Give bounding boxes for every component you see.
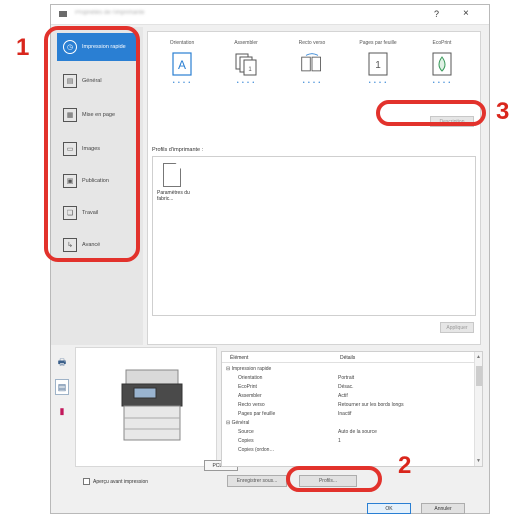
scroll-up-icon[interactable]: ▲: [476, 354, 481, 360]
sidebar-item-general[interactable]: ▤ Général: [57, 67, 137, 95]
scroll-down-icon[interactable]: ▼: [476, 458, 481, 464]
document-icon: [163, 163, 181, 187]
printer-tab-icon[interactable]: 🖶: [55, 355, 69, 371]
detail-row: Pages par feuille Inactif: [238, 411, 352, 417]
collate-pages-icon: 1: [234, 52, 258, 76]
window-title: Propriétés de l'imprimante: [75, 10, 145, 16]
document-icon: ▤: [63, 74, 77, 88]
details-header: Élément Détails: [222, 352, 482, 363]
printer-properties-dialog: Propriétés de l'imprimante ? × ◷ Impress…: [50, 4, 490, 514]
ecoprint-setting[interactable]: EcoPrint • • • •: [412, 40, 472, 86]
detail-row: EcoPrint Désac.: [238, 384, 354, 390]
printer-preview: PCL XL: [75, 347, 238, 471]
svg-text:A: A: [178, 58, 186, 72]
orientation-setting[interactable]: Orientation A • • • •: [152, 40, 212, 86]
apply-button[interactable]: Appliquer: [440, 322, 474, 333]
detail-row: ⊟ Impression rapide: [226, 366, 272, 372]
help-button[interactable]: ?: [434, 9, 439, 19]
profile-name: Paramètres du fabric...: [157, 190, 190, 202]
scroll-thumb[interactable]: [476, 366, 482, 386]
detail-row: ⊟ Général: [226, 420, 250, 426]
close-button[interactable]: ×: [463, 8, 469, 19]
sidebar-item-quick-print[interactable]: ◷ Impression rapide: [57, 33, 137, 61]
sidebar-item-label: Publication: [82, 178, 109, 184]
option-dots: • • • •: [302, 80, 322, 86]
ok-button[interactable]: OK: [367, 503, 411, 514]
column-details: Détails: [340, 355, 356, 361]
description-button[interactable]: Description: [430, 116, 474, 127]
pages-per-sheet-icon: 1: [366, 52, 390, 76]
option-dots: • • • •: [368, 80, 388, 86]
clock-icon: ◷: [63, 40, 77, 54]
app-icon: [59, 11, 67, 17]
page-preview-tab-icon[interactable]: ▤: [55, 379, 69, 395]
job-stack-icon: ❏: [63, 206, 77, 220]
cancel-button[interactable]: Annuler: [421, 503, 465, 514]
detail-row: Source Auto de la source: [238, 429, 377, 435]
image-icon: ▭: [63, 142, 77, 156]
sidebar-item-label: Travail: [82, 210, 99, 216]
checkbox-label: Aperçu avant impression: [93, 478, 149, 485]
detail-row: Recto verso Retourner sur les bords longs: [238, 402, 404, 408]
layout-grid-icon: ▦: [63, 108, 77, 122]
profile-item[interactable]: Paramètres du fabric...: [157, 163, 197, 202]
sidebar-item-images[interactable]: ▭ Images: [57, 135, 137, 163]
svg-text:1: 1: [375, 60, 381, 71]
title-bar: Propriétés de l'imprimante ? ×: [51, 5, 489, 25]
bottom-panel: 🖶 ▤ ▮ PCL XL Élément Détails ⊟ Impressio…: [51, 347, 489, 492]
advanced-arrow-icon: ↳: [63, 238, 77, 252]
setting-label: Orientation: [169, 40, 195, 46]
details-scrollbar[interactable]: ▲ ▼: [474, 352, 482, 466]
printer-image: [121, 369, 183, 441]
portrait-a-icon: A: [170, 52, 194, 76]
sidebar-item-job[interactable]: ❏ Travail: [57, 199, 137, 227]
option-dots: • • • •: [432, 80, 452, 86]
duplex-setting[interactable]: Recto verso • • • •: [282, 40, 342, 86]
detail-row: Orientation Portrait: [238, 375, 355, 381]
sidebar-item-label: Impression rapide: [82, 44, 126, 50]
quick-print-panel: Orientation A • • • • Assembler 1 • • • …: [147, 31, 481, 345]
setting-label: Assembler: [234, 40, 258, 46]
setting-label: Recto verso: [298, 40, 326, 46]
sidebar-item-advanced[interactable]: ↳ Avancé: [57, 231, 137, 259]
color-tab-icon[interactable]: ▮: [55, 403, 69, 419]
callout-number-3: 3: [496, 98, 510, 125]
sidebar-item-publication[interactable]: ▣ Publication: [57, 167, 137, 195]
save-as-button[interactable]: Enregistrer sous...: [227, 475, 287, 487]
sidebar-item-label: Avancé: [82, 242, 101, 248]
option-dots: • • • •: [236, 80, 256, 86]
collate-setting[interactable]: Assembler 1 • • • •: [216, 40, 276, 86]
column-element: Élément: [230, 355, 249, 361]
callout-number-1: 1: [16, 34, 30, 61]
publication-icon: ▣: [63, 174, 77, 188]
profiles-button[interactable]: Profils...: [299, 475, 357, 487]
option-dots: • • • •: [172, 80, 192, 86]
preview-tabs: 🖶 ▤ ▮: [55, 355, 71, 427]
detail-row: Copies 1: [238, 438, 341, 444]
ecoprint-drop-icon: [430, 52, 454, 76]
sidebar-item-label: Images: [82, 146, 101, 152]
print-preview-checkbox[interactable]: Aperçu avant impression: [83, 478, 148, 485]
profiles-label: Profils d'imprimante :: [152, 147, 204, 153]
setting-label: EcoPrint: [432, 40, 452, 46]
duplex-icon: [300, 52, 324, 76]
sidebar-item-label: Général: [82, 78, 102, 84]
sidebar-item-label: Mise en page: [82, 112, 116, 118]
sidebar-item-layout[interactable]: ▦ Mise en page: [57, 101, 137, 129]
detail-row: Copies (ordon…: [238, 447, 275, 453]
profiles-list: Paramètres du fabric...: [152, 156, 476, 316]
pages-per-sheet-setting[interactable]: Pages par feuille 1 • • • •: [348, 40, 408, 86]
callout-number-2: 2: [398, 452, 412, 479]
settings-details-list: Élément Détails ⊟ Impression rapide Orie…: [221, 351, 483, 467]
setting-label: Pages par feuille: [359, 40, 397, 46]
checkbox-box[interactable]: [83, 478, 90, 485]
detail-row: Assembler Actif: [238, 393, 348, 399]
sidebar: ◷ Impression rapide ▤ Général ▦ Mise en …: [51, 27, 143, 345]
